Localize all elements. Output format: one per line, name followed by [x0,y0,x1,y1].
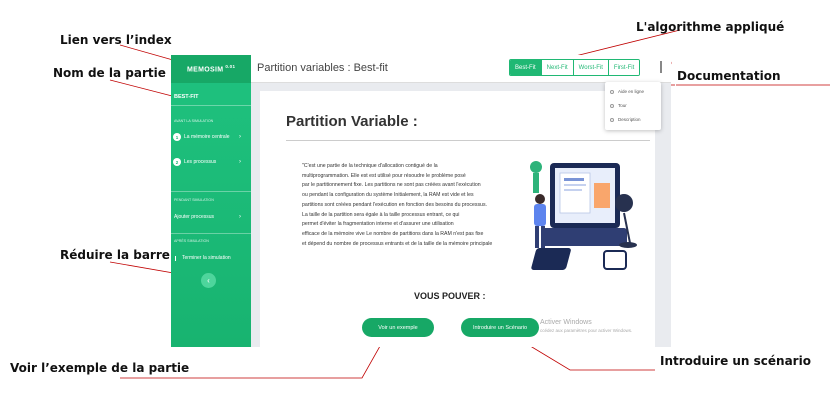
section-before-label: AVANT LA SIMULATION [174,119,214,123]
annotation-documentation: Documentation [677,69,781,83]
paragraph-line: multiprogrammation. Elle est est utilisé… [302,172,466,179]
paragraph-line: ou pendant la configuration du système I… [302,192,474,199]
annotation-collapse-bar: Réduire la barre [60,248,170,262]
sidebar-item-end-simulation[interactable]: Terminer la simulation [173,252,247,264]
sidebar: MEMOSIM 0.01 BEST-FIT AVANT LA SIMULATION… [171,55,251,347]
sidebar-item-label: La mémoire centrale [184,134,230,140]
paragraph-line: par le partitionnement fixe. Les partiti… [302,182,481,189]
watermark-title: Activer Windows [540,319,592,326]
paragraph-line: et dépend du nombre de processus entrant… [302,240,493,247]
see-example-button[interactable]: Voir un exemple [362,318,434,337]
menu-item-label: Aide en ligne [618,89,645,94]
algorithm-tabs: Best-Fit Next-Fit Worst-Fit First-Fit [509,59,641,76]
paragraph-line: La taille de la partition sera égale à l… [302,211,460,218]
documentation-menu: Aide en ligne Tour Description [605,82,661,130]
paragraph-line: partitions sont créées pendant l'exécuti… [302,201,487,208]
step-badge: 1 [173,133,181,141]
collapse-sidebar-button[interactable]: ‹ [201,273,216,288]
menu-item-label: Tour [618,103,627,108]
sidebar-item-processes[interactable]: 2 Les processus › [173,156,247,168]
tab-first-fit[interactable]: First-Fit [607,60,640,75]
annotation-index-link: Lien vers l’index [60,33,172,47]
tab-worst-fit[interactable]: Worst-Fit [572,60,608,75]
sidebar-item-add-process[interactable]: Ajouter processus › [173,211,247,223]
introduce-scenario-button[interactable]: Introduire un Scénario [461,318,539,337]
part-title: BEST-FIT [174,94,199,100]
annotation-see-example: Voir l’exemple de la partie [10,361,190,375]
sidebar-item-memory[interactable]: 1 La mémoire centrale › [173,131,247,143]
watermark-subtitle: ccédez aux paramètres pour activer Windo… [540,328,633,333]
brand-name: MEMOSIM [187,66,224,74]
heading-divider [286,140,650,141]
sidebar-divider [171,105,251,106]
page-title: Partition variables : Best-fit [257,62,388,74]
sidebar-item-label: Terminer la simulation [182,255,231,261]
sidebar-divider [171,191,251,192]
chevron-right-icon: › [239,159,241,165]
index-link[interactable]: MEMOSIM 0.01 [171,55,251,83]
chevron-left-icon: ‹ [207,276,210,285]
windows-activation-watermark: Activer Windows ccédez aux paramètres po… [540,319,632,335]
content-heading: Partition Variable : [286,113,418,130]
actions-heading: VOUS POUVER : [414,291,486,301]
brand-version: 0.01 [225,64,236,69]
tour-icon [610,103,614,108]
flag-icon [175,255,179,261]
sidebar-item-label: Ajouter processus [174,214,215,220]
chevron-right-icon: › [239,134,241,140]
computer-illustration [530,161,637,270]
description-paragraph: "C'est une partie de la technique d'allo… [302,162,527,249]
annotation-part-name: Nom de la partie [53,66,166,80]
menu-item-description[interactable]: Description [610,117,641,122]
help-icon [610,89,614,94]
sidebar-item-label: Les processus [184,159,217,165]
paragraph-line: "C'est une partie de la technique d'allo… [302,163,438,169]
app-window: MEMOSIM 0.01 BEST-FIT AVANT LA SIMULATION… [171,55,671,347]
section-after-label: APRÈS SIMULATION [174,239,209,243]
annotation-algorithm: L'algorithme appliqué [636,20,785,34]
sidebar-divider [171,233,251,234]
tab-next-fit[interactable]: Next-Fit [540,60,573,75]
main-content: Partition Variable : "C'est une partie d… [260,91,655,347]
topbar: Partition variables : Best-fit Best-Fit … [251,55,671,83]
documentation-menu-button[interactable] [660,61,662,73]
step-badge: 2 [173,158,181,166]
section-during-label: PENDANT SIMULATION [174,198,214,202]
document-icon [610,117,614,122]
menu-item-label: Description [618,117,641,122]
annotation-scenario: Introduire un scénario [660,354,811,368]
menu-item-help[interactable]: Aide en ligne [610,89,644,94]
paragraph-line: efficace de la mémoire vive Le nombre de… [302,230,484,237]
tab-best-fit[interactable]: Best-Fit [510,60,541,75]
chevron-right-icon: › [239,214,241,220]
paragraph-line: permet d'éviter la fragmentation interne… [302,221,454,228]
menu-item-tour[interactable]: Tour [610,103,627,108]
